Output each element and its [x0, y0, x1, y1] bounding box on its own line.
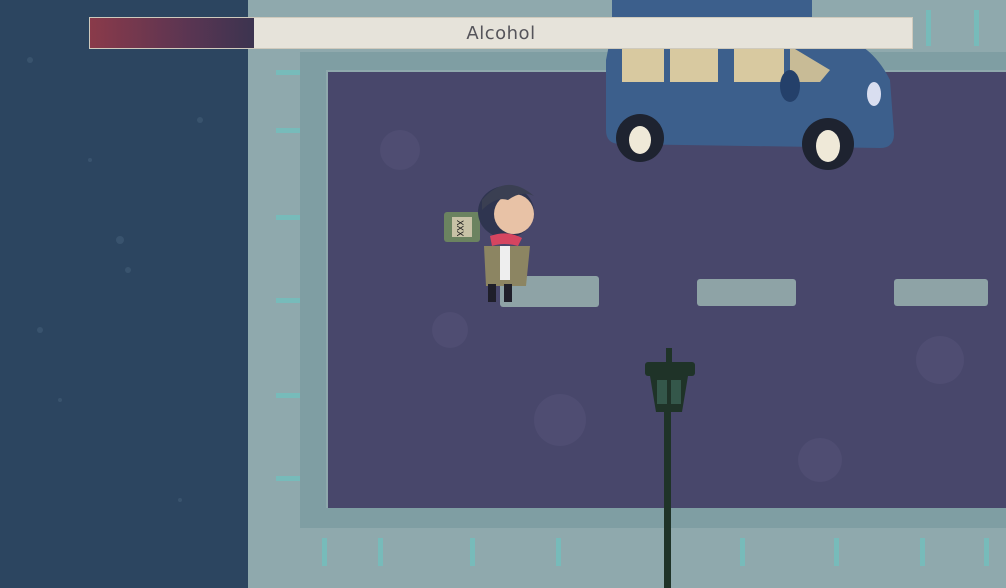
water-area [0, 0, 248, 588]
bottle-label: XXX [454, 220, 464, 237]
sidewalk-bottom-edge [300, 508, 1006, 528]
alcohol-meter: Alcohol [89, 17, 913, 49]
alcohol-meter-label: Alcohol [466, 22, 536, 44]
game-scene: XXX [0, 0, 1006, 588]
sidewalk-left-edge [300, 52, 326, 522]
lane-markings [500, 276, 988, 307]
